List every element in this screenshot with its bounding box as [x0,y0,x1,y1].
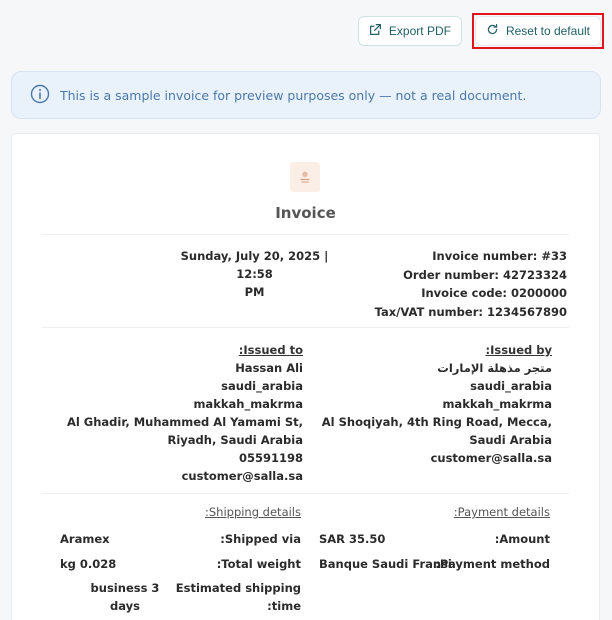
est-shipping-value-2: days [110,599,140,613]
payment-method-value: Banque Saudi Fransi [319,557,452,571]
divider [42,493,569,494]
export-icon [369,23,382,39]
issued-by-name: متجر مذهلة الإمارات [437,361,552,375]
issued-by-address-2: Saudi Arabia [469,433,552,447]
divider [42,234,569,235]
order-number: Order number: 42723324 [403,267,567,282]
amount-value: SAR 35.50 [319,532,386,546]
toolbar: Export PDF Reset to default [357,13,604,49]
invoice-number: Invoice number: #33 [432,249,567,263]
issued-to-name: Hassan Ali [235,361,303,375]
issued-by-email: customer@salla.sa [430,451,552,465]
reset-to-default-button[interactable]: Reset to default [474,16,601,46]
datetime-line-1: Sunday, July 20, 2025 | 12:58 [180,249,329,281]
shipped-via-label: :Shipped via [220,532,301,546]
shipping-details-heading: :Shipping details [204,505,301,519]
invoice-code: Invoice code: 0200000 [421,286,567,300]
banner-text: This is a sample invoice for preview pur… [60,87,527,103]
total-weight-label: :Total weight [216,557,301,571]
invoice-title: Invoice [275,204,336,222]
refresh-icon [486,23,499,39]
issued-by-block: :Issued by متجر مذهلة الإمارات saudi_ara… [312,341,552,467]
issued-to-email: customer@salla.sa [181,469,303,483]
issued-by-country: saudi_arabia [470,379,552,393]
reset-label: Reset to default [505,24,590,38]
divider [42,327,569,328]
invoice-meta: Invoice number: #33 Order number: 427233… [347,247,567,321]
sample-info-banner: This is a sample invoice for preview pur… [11,71,601,119]
payment-method-label: :Payment method [435,557,550,571]
issued-by-city: makkah_makrma [442,397,552,411]
export-pdf-button[interactable]: Export PDF [357,16,462,46]
issued-by-address-1: Al Shoqiyah, 4th Ring Road, Mecca, [321,415,552,429]
export-pdf-label: Export PDF [388,24,451,38]
est-shipping-value-1: business 3 [90,581,160,595]
est-shipping-value: business 3 days [90,579,160,615]
issued-to-heading: :Issued to [238,343,303,357]
total-weight-value: kg 0.028 [60,557,117,571]
issued-to-address-1: Al Ghadir, Muhammed Al Yamami St, [66,415,303,429]
shipped-via-value: Aramex [60,532,110,546]
invoice-preview: Invoice Sunday, July 20, 2025 | 12:58 PM… [11,133,600,620]
issued-to-country: saudi_arabia [221,379,303,393]
issued-to-block: :Issued to Hassan Ali saudi_arabia makka… [52,341,303,485]
store-logo [290,162,320,192]
issued-to-city: makkah_makrma [193,397,303,411]
invoice-datetime: Sunday, July 20, 2025 | 12:58 PM [172,247,337,301]
amount-label: :Amount [494,532,550,546]
info-icon [30,84,50,107]
datetime-line-2: PM [244,285,265,299]
est-shipping-label-1: Estimated shipping [175,581,301,595]
reset-highlight: Reset to default [471,13,604,49]
issued-to-address-2: Riyadh, Saudi Arabia [167,433,303,447]
est-shipping-label: Estimated shipping :time [176,579,301,615]
est-shipping-label-2: :time [267,599,301,613]
payment-details-heading: :Payment details [453,505,550,519]
issued-to-phone: 05591198 [238,451,303,465]
tax-number: Tax/VAT number: 1234567890 [374,304,567,319]
issued-by-heading: :Issued by [485,343,552,357]
